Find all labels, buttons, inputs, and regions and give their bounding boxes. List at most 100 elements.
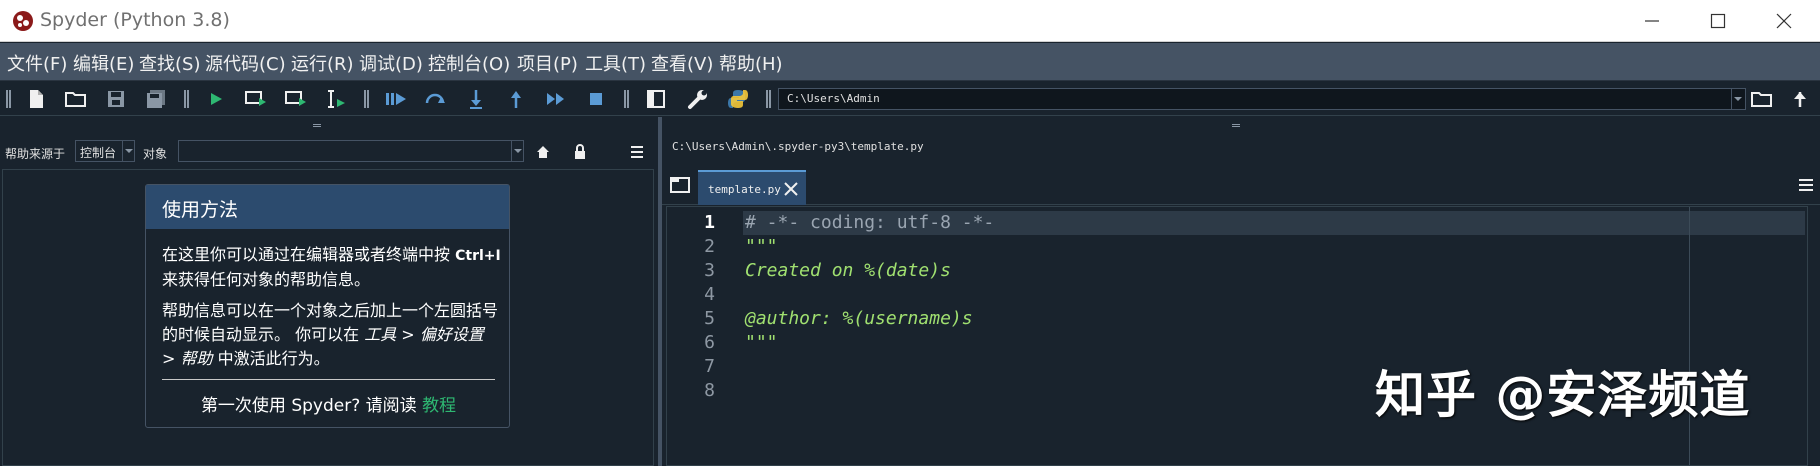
editor-pane-titlebar[interactable] bbox=[662, 117, 1820, 135]
home-icon[interactable] bbox=[536, 145, 550, 159]
hamburger-menu-icon[interactable] bbox=[630, 146, 644, 158]
code-line: """ bbox=[745, 332, 778, 353]
stop-debug-button[interactable] bbox=[584, 88, 608, 110]
object-input[interactable] bbox=[178, 140, 524, 162]
help-source-value: 控制台 bbox=[80, 146, 117, 160]
step-return-icon bbox=[511, 91, 521, 108]
run-cell-advance-icon bbox=[285, 91, 306, 106]
close-icon bbox=[1776, 13, 1792, 29]
save-all-button[interactable] bbox=[144, 88, 168, 110]
pythonpath-manager-button[interactable] bbox=[726, 88, 750, 110]
run-file-button[interactable] bbox=[204, 88, 228, 110]
run-cell-button[interactable] bbox=[244, 88, 268, 110]
usage-text: 来获得任何对象的帮助信息。 bbox=[162, 270, 371, 289]
help-source-label: 帮助来源于 bbox=[5, 147, 66, 161]
step-return-button[interactable] bbox=[504, 88, 528, 110]
browse-directory-button[interactable] bbox=[1750, 88, 1774, 110]
line-number: 3 bbox=[704, 260, 715, 281]
parent-directory-button[interactable] bbox=[1788, 88, 1812, 110]
open-file-button[interactable] bbox=[64, 88, 88, 110]
arrow-up-icon bbox=[1794, 92, 1806, 107]
tab-template-py[interactable]: template.py bbox=[698, 170, 806, 205]
menu-file[interactable]: 文件(F) bbox=[7, 50, 67, 76]
menu-console[interactable]: 控制台(O) bbox=[428, 50, 510, 76]
usage-text: 在这里你可以通过在编辑器或者终端中按 bbox=[162, 245, 451, 264]
menu-search[interactable]: 查找(S) bbox=[139, 50, 200, 76]
tutorial-link[interactable]: 教程 bbox=[422, 396, 456, 416]
tab-label: template.py bbox=[708, 183, 781, 196]
minimize-button[interactable] bbox=[1622, 6, 1682, 36]
minimize-icon bbox=[1645, 20, 1659, 22]
menu-tools[interactable]: 工具(T) bbox=[585, 50, 646, 76]
run-selection-button[interactable] bbox=[324, 88, 348, 110]
combo-dropdown-button[interactable] bbox=[511, 141, 523, 161]
folder-open-icon bbox=[1751, 92, 1772, 107]
line-number: 4 bbox=[704, 284, 715, 305]
hamburger-menu-icon[interactable] bbox=[1798, 179, 1814, 191]
line-number: 7 bbox=[704, 356, 715, 377]
debug-icon bbox=[386, 93, 406, 105]
new-file-icon bbox=[30, 90, 43, 108]
chevron-down-icon bbox=[514, 149, 522, 153]
step-into-icon bbox=[470, 90, 482, 109]
help-pane-titlebar[interactable] bbox=[0, 117, 658, 135]
close-button[interactable] bbox=[1754, 6, 1814, 36]
combo-dropdown-button[interactable] bbox=[122, 141, 134, 161]
combo-dropdown-button[interactable] bbox=[1731, 89, 1745, 109]
toolbar-separator bbox=[766, 90, 771, 108]
step-into-button[interactable] bbox=[464, 88, 488, 110]
menu-debug[interactable]: 调试(D) bbox=[359, 50, 423, 76]
code-line: @author: %(username)s bbox=[745, 308, 973, 329]
usage-paragraph-2: 帮助信息可以在一个对象之后加上一个左圆括号的时候自动显示。 你可以在 工具 > … bbox=[162, 299, 502, 371]
debug-button[interactable] bbox=[384, 88, 408, 110]
browse-tabs-icon[interactable] bbox=[670, 177, 690, 193]
run-icon bbox=[211, 93, 222, 105]
line-number-gutter: 1 2 3 4 5 6 7 8 bbox=[667, 207, 743, 465]
toolbar-separator bbox=[364, 90, 369, 108]
continue-icon bbox=[547, 93, 564, 105]
chevron-down-icon bbox=[125, 149, 133, 153]
first-use-line: 第一次使用 Spyder? 请阅读 教程 bbox=[146, 391, 511, 416]
close-tab-icon[interactable] bbox=[784, 182, 798, 196]
step-button[interactable] bbox=[424, 88, 448, 110]
toolbar-separator bbox=[624, 90, 629, 108]
usage-card: 使用方法 在这里你可以通过在编辑器或者终端中按 Ctrl+I 来获得任何对象的帮… bbox=[145, 184, 510, 428]
preferences-button[interactable] bbox=[686, 88, 710, 110]
maximize-pane-icon bbox=[647, 90, 665, 108]
main-toolbar: C:\Users\Admin bbox=[0, 82, 1820, 116]
working-directory-combo[interactable]: C:\Users\Admin bbox=[778, 88, 1746, 110]
shortcut-key: Ctrl+I bbox=[455, 248, 501, 264]
code-editor[interactable]: 1 2 3 4 5 6 7 8 # -*- coding: utf-8 -*- … bbox=[666, 206, 1808, 466]
step-over-icon bbox=[425, 93, 445, 104]
object-label: 对象 bbox=[143, 147, 168, 161]
line-number: 2 bbox=[704, 236, 715, 257]
toolbar-handle[interactable] bbox=[6, 90, 11, 108]
working-directory-value: C:\Users\Admin bbox=[787, 92, 880, 105]
continue-button[interactable] bbox=[544, 88, 568, 110]
maximize-icon bbox=[1710, 13, 1726, 29]
menu-run[interactable]: 运行(R) bbox=[291, 50, 354, 76]
save-icon bbox=[108, 91, 124, 107]
menu-view[interactable]: 查看(V) bbox=[651, 50, 713, 76]
usage-divider bbox=[162, 379, 495, 380]
help-toolbar: 帮助来源于 控制台 对象 bbox=[0, 136, 658, 168]
wrench-icon bbox=[688, 90, 707, 109]
editor-file-path: C:\Users\Admin\.spyder-py3\template.py bbox=[672, 140, 924, 153]
menu-help[interactable]: 帮助(H) bbox=[719, 50, 783, 76]
chevron-down-icon bbox=[1734, 97, 1742, 101]
menu-projects[interactable]: 项目(P) bbox=[517, 50, 578, 76]
menu-source[interactable]: 源代码(C) bbox=[205, 50, 286, 76]
drag-grip-icon bbox=[313, 124, 321, 127]
new-file-button[interactable] bbox=[24, 88, 48, 110]
run-cell-advance-button[interactable] bbox=[284, 88, 308, 110]
help-source-combo[interactable]: 控制台 bbox=[75, 140, 135, 162]
watermark: 知乎 @安泽频道 bbox=[1375, 366, 1751, 424]
save-button[interactable] bbox=[104, 88, 128, 110]
lock-icon[interactable] bbox=[574, 144, 586, 159]
usage-text: 中激活此行为。 bbox=[217, 349, 330, 368]
spyder-logo-icon bbox=[13, 11, 33, 31]
maximize-pane-button[interactable] bbox=[644, 88, 668, 110]
menu-edit[interactable]: 编辑(E) bbox=[73, 50, 134, 76]
code-line: # -*- coding: utf-8 -*- bbox=[745, 212, 995, 233]
maximize-button[interactable] bbox=[1688, 6, 1748, 36]
